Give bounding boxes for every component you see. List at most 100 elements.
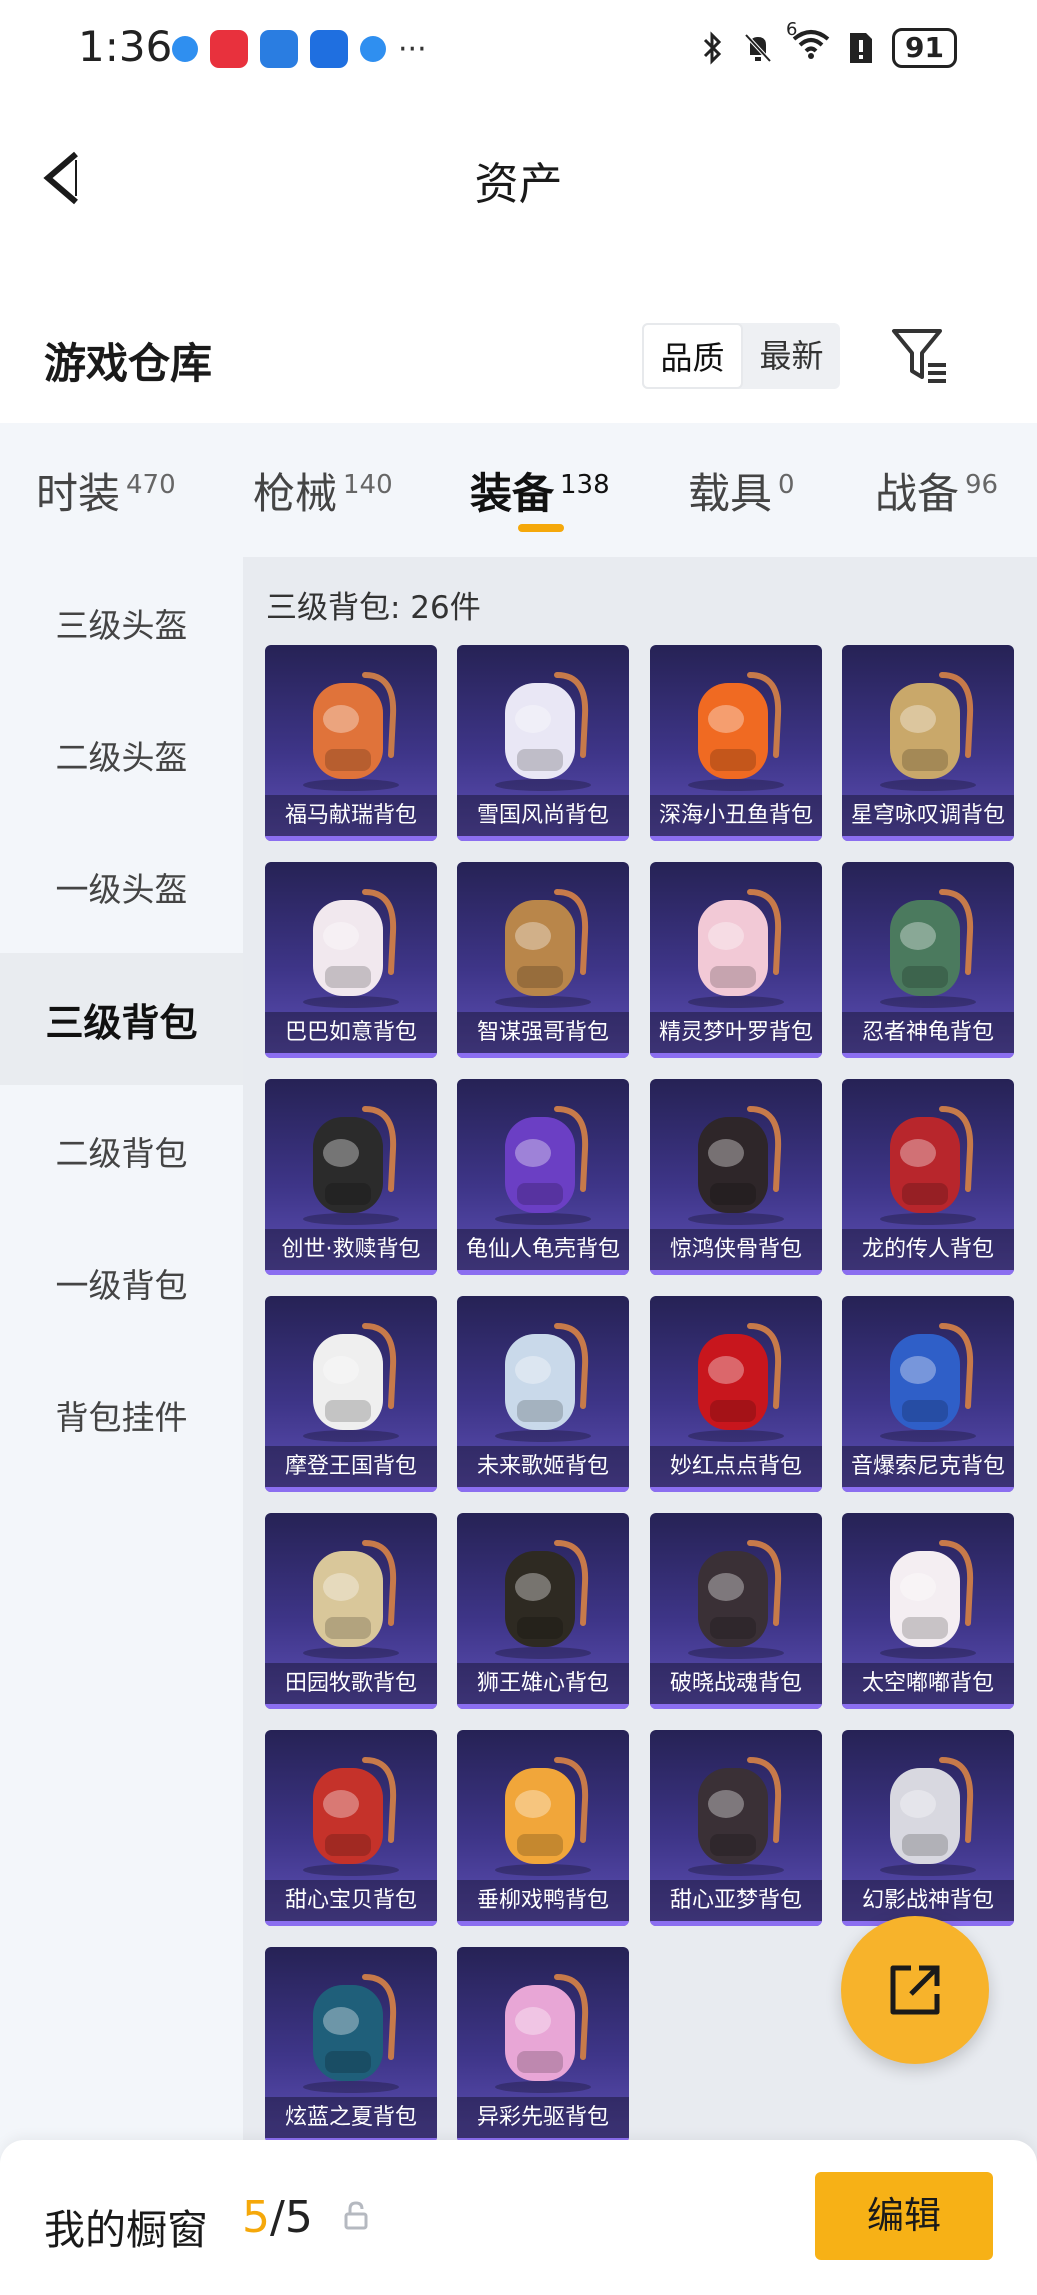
backpack-card[interactable]: 田园牧歌背包 — [265, 1513, 437, 1709]
showcase-separator: / — [270, 2192, 285, 2243]
tab-supplies[interactable]: 战备 96 — [875, 460, 998, 521]
backpack-card[interactable]: 妙红点点背包 — [650, 1296, 822, 1492]
sort-quality-button[interactable]: 品质 — [642, 323, 743, 389]
tips-app-icon — [310, 30, 348, 68]
tab-count: 140 — [343, 470, 393, 500]
subcategory-sidebar: 三级头盔 二级头盔 一级头盔 三级背包 二级背包 一级背包 背包挂件 — [0, 557, 243, 2295]
backpack-card[interactable]: 深海小丑鱼背包 — [650, 645, 822, 841]
backpack-card[interactable]: 幻影战神背包 — [842, 1730, 1014, 1926]
backpack-image — [303, 1757, 399, 1876]
sort-newest-button[interactable]: 最新 — [743, 323, 840, 389]
backpack-name: 破晓战魂背包 — [650, 1663, 822, 1705]
tab-count: 96 — [965, 470, 999, 500]
rarity-bar — [265, 1921, 437, 1926]
filter-button[interactable] — [890, 325, 950, 387]
sidebar-item-helmet-lv2[interactable]: 二级头盔 — [0, 689, 243, 821]
wifi-icon — [792, 30, 830, 59]
showcase-current: 5 — [242, 2192, 270, 2243]
rarity-bar — [842, 836, 1014, 841]
backpack-image — [303, 889, 399, 1008]
tab-fashion[interactable]: 时装 470 — [36, 460, 176, 521]
backpack-card[interactable]: 惊鸿侠骨背包 — [650, 1079, 822, 1275]
backpack-card[interactable]: 忍者神龟背包 — [842, 862, 1014, 1058]
backpack-name: 巴巴如意背包 — [265, 1012, 437, 1054]
backpack-card[interactable]: 龙的传人背包 — [842, 1079, 1014, 1275]
backpack-name: 妙红点点背包 — [650, 1446, 822, 1488]
tab-label: 枪械 — [253, 469, 338, 518]
weather-app-icon — [260, 30, 298, 68]
share-button[interactable] — [841, 1916, 989, 2064]
tab-count: 470 — [126, 470, 176, 500]
backpack-name: 太空嘟嘟背包 — [842, 1663, 1014, 1705]
app-root: 1:36 ··· 6 91 资产 游戏仓库 品质 最新 时装 470 枪械 14… — [0, 0, 1037, 2295]
sidebar-item-helmet-lv3[interactable]: 三级头盔 — [0, 557, 243, 689]
backpack-card[interactable]: 智谋强哥背包 — [457, 862, 629, 1058]
rarity-bar — [457, 1270, 629, 1275]
backpack-image — [303, 1974, 399, 2093]
backpack-image — [495, 889, 591, 1008]
backpack-card[interactable]: 音爆索尼克背包 — [842, 1296, 1014, 1492]
sidebar-item-helmet-lv1[interactable]: 一级头盔 — [0, 821, 243, 953]
sidebar-item-backpack-pendant[interactable]: 背包挂件 — [0, 1349, 243, 1481]
backpack-card[interactable]: 福马献瑞背包 — [265, 645, 437, 841]
edit-button[interactable]: 编辑 — [815, 2172, 993, 2260]
backpack-card[interactable]: 精灵梦叶罗背包 — [650, 862, 822, 1058]
sidebar-item-backpack-lv2[interactable]: 二级背包 — [0, 1085, 243, 1217]
backpack-card[interactable]: 垂柳戏鸭背包 — [457, 1730, 629, 1926]
rarity-bar — [457, 1704, 629, 1709]
rarity-bar — [650, 1487, 822, 1492]
backpack-card[interactable]: 异彩先驱背包 — [457, 1947, 629, 2143]
status-system-icons: 6 91 — [702, 19, 957, 68]
backpack-card[interactable]: 未来歌姬背包 — [457, 1296, 629, 1492]
filter-icon — [892, 329, 946, 383]
tab-equipment[interactable]: 装备 138 — [470, 460, 610, 521]
rarity-bar — [842, 1270, 1014, 1275]
backpack-image — [880, 1323, 976, 1442]
backpack-name: 甜心亚梦背包 — [650, 1880, 822, 1922]
backpack-card[interactable]: 甜心宝贝背包 — [265, 1730, 437, 1926]
backpack-name: 智谋强哥背包 — [457, 1012, 629, 1054]
more-notifications: ··· — [398, 31, 427, 67]
tab-vehicles[interactable]: 载具 0 — [688, 460, 795, 521]
backpack-card[interactable]: 巴巴如意背包 — [265, 862, 437, 1058]
backpack-card[interactable]: 炫蓝之夏背包 — [265, 1947, 437, 2143]
backpack-card[interactable]: 星穹咏叹调背包 — [842, 645, 1014, 841]
backpack-card[interactable]: 雪国风尚背包 — [457, 645, 629, 841]
backpack-name: 福马献瑞背包 — [265, 795, 437, 837]
backpack-image — [688, 889, 784, 1008]
battery-level: 91 — [892, 28, 957, 68]
backpack-card[interactable]: 摩登王国背包 — [265, 1296, 437, 1492]
warehouse-title: 游戏仓库 — [44, 339, 213, 388]
sidebar-item-backpack-lv3[interactable]: 三级背包 — [0, 953, 243, 1085]
backpack-image — [880, 1106, 976, 1225]
tab-count: 138 — [560, 470, 610, 500]
rarity-bar — [457, 1487, 629, 1492]
backpack-name: 创世·救赎背包 — [265, 1229, 437, 1271]
bluetooth-icon — [703, 31, 722, 65]
backpack-name: 炫蓝之夏背包 — [265, 2097, 437, 2139]
rarity-bar — [265, 1053, 437, 1058]
rarity-bar — [265, 836, 437, 841]
backpack-image — [880, 1540, 976, 1659]
backpack-image — [688, 1540, 784, 1659]
browser-app-icon-2 — [360, 36, 386, 62]
backpack-name: 深海小丑鱼背包 — [650, 795, 822, 837]
rarity-bar — [265, 1270, 437, 1275]
showcase-total: 5 — [284, 2192, 313, 2243]
backpack-card[interactable]: 创世·救赎背包 — [265, 1079, 437, 1275]
backpack-card[interactable]: 龟仙人龟壳背包 — [457, 1079, 629, 1275]
rarity-bar — [650, 1270, 822, 1275]
share-icon — [890, 1965, 940, 2015]
rarity-bar — [457, 1053, 629, 1058]
backpack-card[interactable]: 破晓战魂背包 — [650, 1513, 822, 1709]
backpack-image — [688, 1323, 784, 1442]
page-title: 资产 — [474, 159, 563, 210]
mute-bell-icon — [744, 33, 772, 63]
backpack-card[interactable]: 甜心亚梦背包 — [650, 1730, 822, 1926]
backpack-name: 幻影战神背包 — [842, 1880, 1014, 1922]
backpack-name: 雪国风尚背包 — [457, 795, 629, 837]
backpack-card[interactable]: 狮王雄心背包 — [457, 1513, 629, 1709]
tab-firearms[interactable]: 枪械 140 — [253, 460, 393, 521]
backpack-card[interactable]: 太空嘟嘟背包 — [842, 1513, 1014, 1709]
sidebar-item-backpack-lv1[interactable]: 一级背包 — [0, 1217, 243, 1349]
